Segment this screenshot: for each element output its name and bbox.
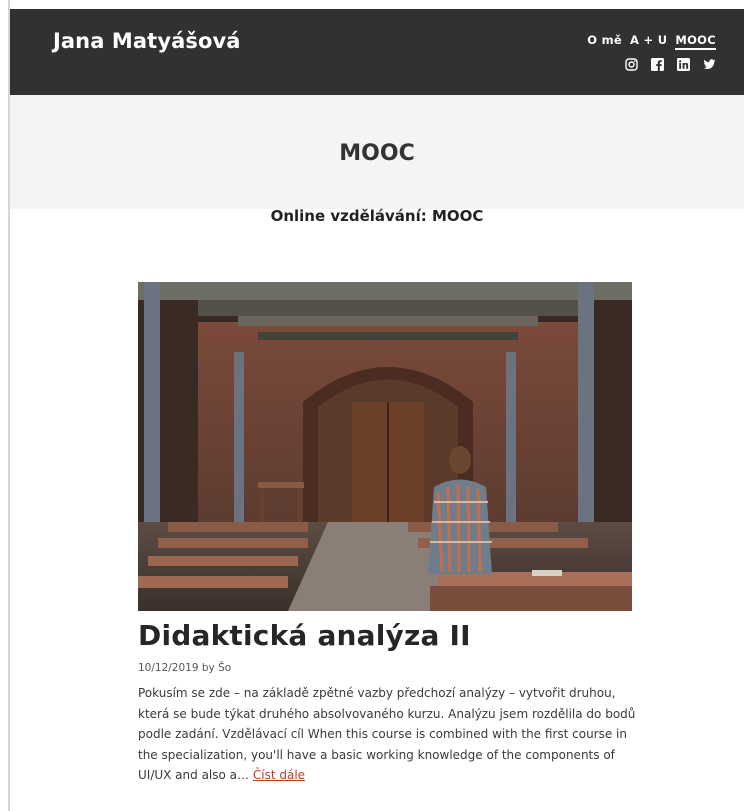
linkedin-icon[interactable] — [677, 56, 690, 71]
site-header: Jana Matyášová O mě A + U MOOC — [10, 9, 744, 95]
post-excerpt: Pokusím se zde – na základě zpětné vazby… — [138, 683, 638, 786]
post-date[interactable]: 10/12/2019 — [138, 662, 199, 674]
read-more-link[interactable]: Číst dále — [253, 768, 305, 782]
post-by-label: by — [201, 662, 215, 674]
nav-item-a-u[interactable]: A + U — [630, 33, 667, 50]
twitter-icon[interactable] — [703, 56, 716, 69]
nav-item-o-me[interactable]: O mě — [587, 33, 622, 50]
site-title[interactable]: Jana Matyášová — [53, 29, 241, 53]
post-featured-image[interactable] — [138, 282, 632, 611]
post-meta: 10/12/2019 by Šo — [138, 662, 231, 674]
facebook-icon[interactable] — [651, 56, 664, 71]
post-title[interactable]: Didaktická analýza II — [138, 619, 471, 652]
top-strip — [10, 0, 744, 9]
post-author[interactable]: Šo — [218, 662, 231, 674]
category-title: Online vzdělávání: MOOC — [270, 207, 484, 225]
main-nav: O mě A + U MOOC — [587, 33, 716, 50]
social-links — [625, 56, 716, 71]
page-hero: MOOC — [10, 95, 744, 209]
post-excerpt-text: Pokusím se zde – na základě zpětné vazby… — [138, 686, 636, 782]
instagram-icon[interactable] — [625, 56, 638, 71]
nav-item-mooc[interactable]: MOOC — [675, 33, 716, 50]
page-title: MOOC — [339, 141, 415, 166]
